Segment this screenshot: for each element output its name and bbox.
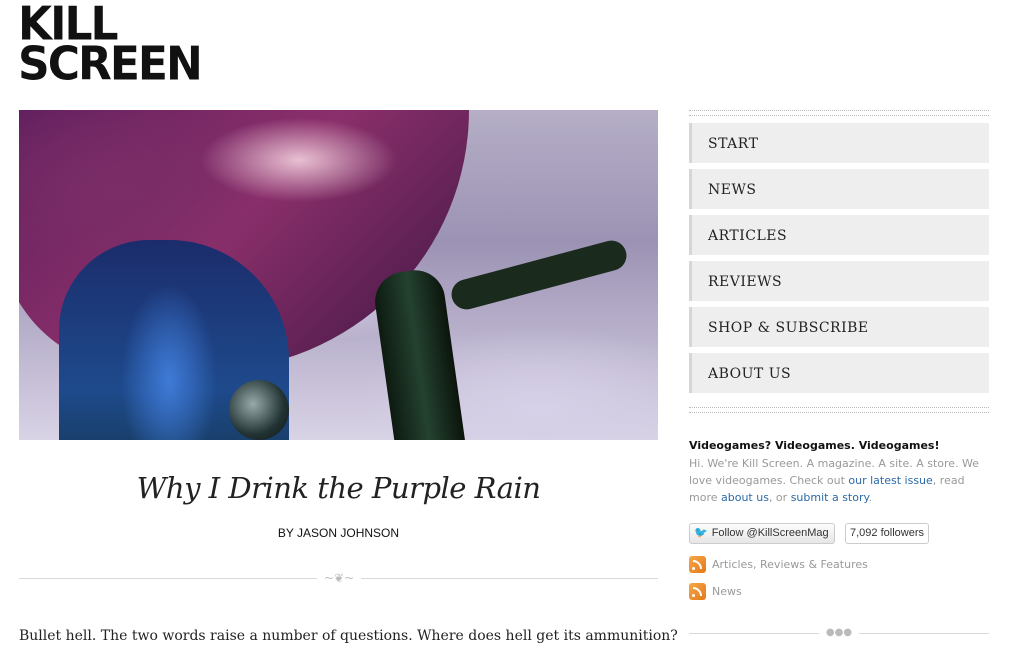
submit-story-link[interactable]: submit a story bbox=[791, 491, 869, 504]
nav-item-reviews[interactable]: REVIEWS bbox=[689, 261, 989, 301]
about-blurb: Hi. We're Kill Screen. A magazine. A sit… bbox=[689, 455, 989, 506]
article-first-paragraph: Bullet hell. The two words raise a numbe… bbox=[19, 628, 678, 644]
nav-item-articles[interactable]: ARTICLES bbox=[689, 215, 989, 255]
sidebar-divider: ●●● bbox=[689, 627, 989, 639]
article-title: Why I Drink the Purple Rain bbox=[136, 471, 541, 505]
feed-news[interactable]: News bbox=[689, 582, 742, 600]
about-text-3: , or bbox=[768, 491, 791, 504]
follower-count: 7,092 followers bbox=[845, 523, 929, 544]
feed-label: News bbox=[712, 584, 742, 598]
ornament-icon: ~❦~ bbox=[317, 572, 361, 584]
follow-label: Follow @KillScreenMag bbox=[711, 527, 829, 539]
twitter-bird-icon: 🐦 bbox=[694, 527, 708, 539]
nav-top-rule bbox=[689, 110, 989, 116]
logo-line-2: SCREEN bbox=[18, 37, 203, 92]
rss-icon bbox=[689, 555, 706, 573]
article-byline: BY JASON JOHNSON bbox=[277, 526, 400, 540]
rss-icon bbox=[689, 582, 706, 600]
hero-image-beetle bbox=[19, 110, 658, 440]
kill-screen-logo[interactable]: KILL SCREEN bbox=[18, 1, 218, 92]
feed-articles[interactable]: Articles, Reviews & Features bbox=[689, 555, 868, 573]
about-text-4: . bbox=[868, 491, 872, 504]
latest-issue-link[interactable]: our latest issue bbox=[848, 474, 932, 487]
article-divider: ~❦~ bbox=[19, 572, 658, 584]
about-us-link[interactable]: about us bbox=[721, 491, 769, 504]
nav-item-about-us[interactable]: ABOUT US bbox=[689, 353, 989, 393]
about-heading: Videogames? Videogames. Videogames! bbox=[689, 439, 940, 452]
twitter-follow-button[interactable]: 🐦 Follow @KillScreenMag bbox=[689, 523, 835, 544]
ornament-icon: ●●● bbox=[819, 627, 859, 639]
nav-item-shop-subscribe[interactable]: SHOP & SUBSCRIBE bbox=[689, 307, 989, 347]
feed-label: Articles, Reviews & Features bbox=[712, 557, 868, 571]
nav-bottom-rule bbox=[689, 407, 989, 413]
main-nav: START NEWS ARTICLES REVIEWS SHOP & SUBSC… bbox=[689, 123, 989, 399]
nav-item-news[interactable]: NEWS bbox=[689, 169, 989, 209]
nav-item-start[interactable]: START bbox=[689, 123, 989, 163]
